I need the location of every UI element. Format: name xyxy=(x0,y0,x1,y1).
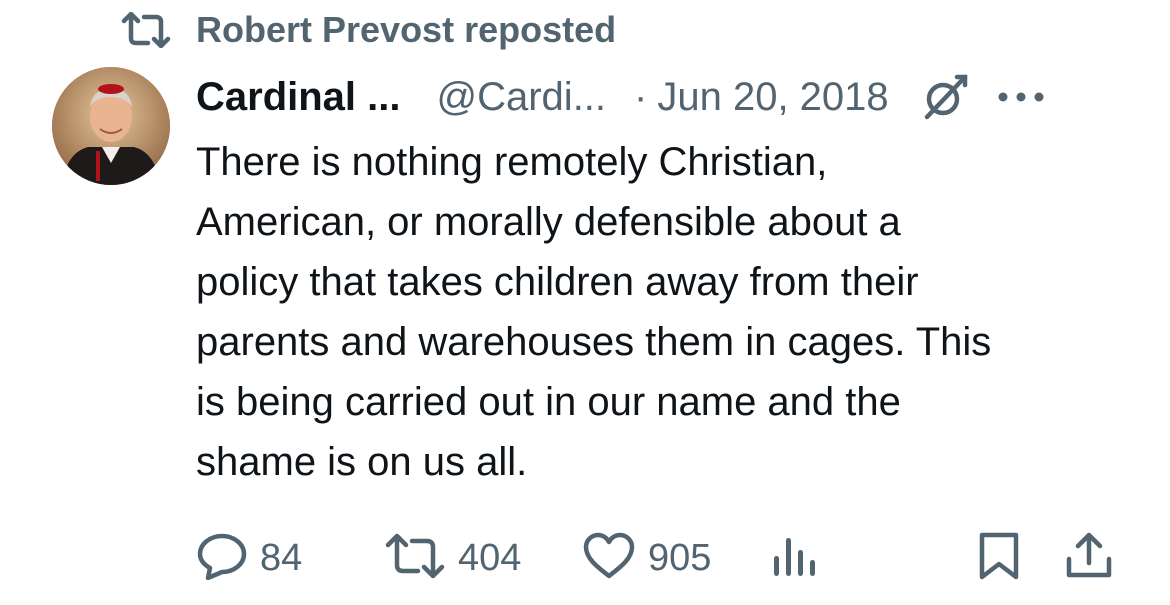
share-icon xyxy=(1064,532,1114,585)
like-button[interactable]: 905 xyxy=(582,528,711,588)
share-button[interactable] xyxy=(1064,528,1114,588)
bookmark-icon xyxy=(976,531,1022,586)
more-options-icon[interactable] xyxy=(991,71,1051,123)
separator-dot: · xyxy=(634,74,648,119)
tweet-actions: 84 404 905 xyxy=(0,528,1170,588)
author-name[interactable]: Cardinal ... xyxy=(196,75,401,120)
tweet-header: Cardinal ... @Cardi... · Jun 20, 2018 xyxy=(196,68,1051,126)
author-handle[interactable]: @Cardi... xyxy=(437,75,607,120)
reply-button[interactable]: 84 xyxy=(196,528,302,588)
repost-count: 404 xyxy=(458,536,522,579)
like-count: 905 xyxy=(648,536,712,579)
repost-button[interactable]: 404 xyxy=(384,528,521,588)
repost-banner-label: Robert Prevost reposted xyxy=(196,9,617,50)
avatar[interactable] xyxy=(52,67,170,185)
views-button[interactable] xyxy=(772,528,818,588)
repost-icon xyxy=(384,533,446,584)
grok-icon[interactable] xyxy=(919,71,971,123)
bookmark-button[interactable] xyxy=(976,528,1022,588)
tweet-text: There is nothing remotely Christian, Ame… xyxy=(196,140,992,484)
views-icon xyxy=(772,534,818,583)
repost-banner[interactable]: Robert Prevost reposted xyxy=(120,8,616,52)
heart-icon xyxy=(582,532,636,585)
tweet-date[interactable]: Jun 20, 2018 xyxy=(657,75,888,120)
repost-icon xyxy=(120,12,172,48)
reply-count: 84 xyxy=(260,536,303,579)
reply-icon xyxy=(196,532,248,585)
